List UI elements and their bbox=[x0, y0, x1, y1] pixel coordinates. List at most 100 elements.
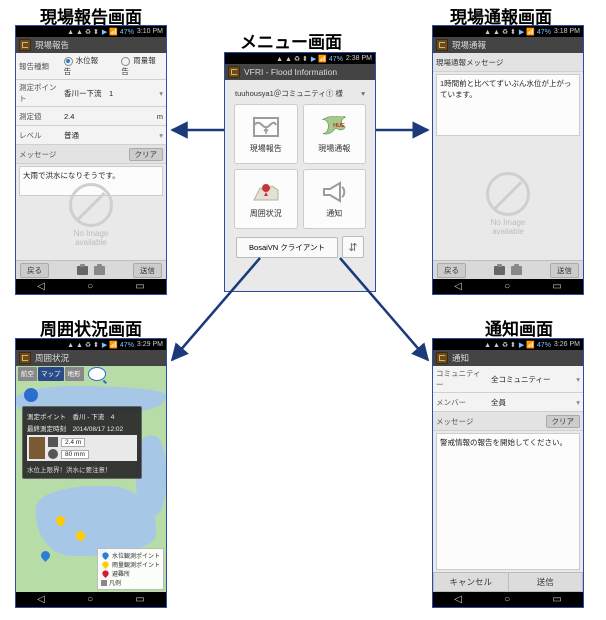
popup-val2: 80 mm bbox=[61, 450, 89, 459]
row-measure[interactable]: 測定値 2.4 m bbox=[16, 107, 166, 126]
chevron-down-icon: ▾ bbox=[159, 131, 163, 140]
row-header: 現場通報メッセージ bbox=[433, 53, 583, 72]
status-signal-icon: ▶ 📶 47% bbox=[519, 341, 551, 349]
chevron-down-icon[interactable]: ▾ bbox=[361, 89, 365, 98]
msg-header: 現場通報メッセージ bbox=[436, 57, 503, 68]
camera-icon[interactable] bbox=[94, 266, 105, 275]
android-navbar: ◁ ○ ▭ bbox=[433, 279, 583, 294]
noimage-icon bbox=[69, 183, 113, 227]
nav-back-icon[interactable]: ◁ bbox=[37, 282, 45, 292]
search-icon[interactable] bbox=[88, 367, 106, 381]
cancel-button[interactable]: キャンセル bbox=[433, 572, 509, 592]
phone-menu: ▲ ▲ ♻ ⬍ ▶ 📶 47% 2:38 PM VFRI - Flood Inf… bbox=[224, 52, 376, 292]
chevron-down-icon: ▾ bbox=[159, 89, 163, 98]
map-body[interactable]: 航空 マップ 地形 測定ポイント 香川 - 下流 4 最終測定時刻 2014/0… bbox=[16, 366, 166, 592]
menu-grid: 現場報告 HUE 現場通報 周囲状況 通知 bbox=[231, 101, 369, 232]
back-button[interactable]: 戻る bbox=[437, 263, 466, 278]
measure-value: 2.4 bbox=[64, 112, 154, 121]
titlebar: 通知 bbox=[433, 350, 583, 366]
row-community[interactable]: コミュニティー 全コミュニティー ▾ bbox=[433, 366, 583, 393]
radio-rain[interactable]: 雨量報告 bbox=[121, 55, 163, 77]
rain-icon bbox=[48, 449, 58, 459]
status-signal-icon: ▶ 📶 47% bbox=[519, 28, 551, 36]
popup-val1: 2.4 m bbox=[61, 438, 85, 447]
nav-home-icon[interactable]: ○ bbox=[504, 282, 510, 292]
nav-back-icon[interactable]: ◁ bbox=[454, 282, 462, 292]
android-navbar: ◁ ○ ▭ bbox=[433, 592, 583, 607]
tile-label: 現場報告 bbox=[250, 143, 282, 154]
nav-back-icon[interactable]: ◁ bbox=[454, 595, 462, 605]
screen-title: 現場通報 bbox=[452, 39, 486, 51]
label-notice: 通知画面 bbox=[485, 315, 553, 340]
notice-icon bbox=[320, 180, 348, 204]
level-label: レベル bbox=[19, 130, 61, 141]
row-type: 報告種類 水位報告 雨量報告 bbox=[16, 53, 166, 80]
app-icon bbox=[436, 352, 448, 364]
gallery-icon[interactable] bbox=[494, 266, 505, 275]
back-button[interactable]: 戻る bbox=[20, 263, 49, 278]
tab-map[interactable]: マップ bbox=[38, 367, 64, 381]
android-navbar: ◁ ○ ▭ bbox=[16, 279, 166, 294]
status-signal-icon: ▶ 📶 47% bbox=[102, 28, 134, 36]
nav-recent-icon[interactable]: ▭ bbox=[135, 282, 144, 292]
send-button[interactable]: 送信 bbox=[509, 572, 584, 592]
tile-surround[interactable]: 周囲状況 bbox=[234, 169, 298, 229]
tab-terrain[interactable]: 地形 bbox=[65, 367, 84, 381]
row-message-header: メッセージ クリア bbox=[433, 412, 583, 431]
popup-point: 測定ポイント 香川 - 下流 4 bbox=[27, 411, 137, 421]
tile-alert[interactable]: HUE 現場通報 bbox=[303, 104, 367, 164]
row-level[interactable]: レベル 普通 ▾ bbox=[16, 126, 166, 145]
message-label: メッセージ bbox=[19, 149, 126, 160]
nav-home-icon[interactable]: ○ bbox=[87, 595, 93, 605]
tab-aerial[interactable]: 航空 bbox=[18, 367, 37, 381]
map-legend: 水位観測ポイント 雨量観測ポイント 避難所 凡例 bbox=[97, 548, 164, 590]
message-input[interactable]: 警戒情報の報告を開始してください。 bbox=[436, 433, 580, 570]
status-icons: ▲ ▲ ♻ ⬍ bbox=[67, 341, 99, 349]
row-point[interactable]: 測定ポイント 香川ー下流 1 ▾ bbox=[16, 80, 166, 107]
report-body: 報告種類 水位報告 雨量報告 測定ポイント 香川ー下流 1 ▾ 測定値 2.4 … bbox=[16, 53, 166, 279]
camera-icon[interactable] bbox=[511, 266, 522, 275]
surround-icon bbox=[252, 180, 280, 204]
gallery-icon[interactable] bbox=[77, 266, 88, 275]
footer-button[interactable]: BosaiVN クライアント bbox=[236, 237, 338, 258]
member-value: 全員 bbox=[491, 397, 573, 408]
send-button[interactable]: 送信 bbox=[133, 263, 162, 278]
my-location-icon bbox=[24, 388, 38, 402]
legend-item: 雨量観測ポイント bbox=[112, 560, 160, 569]
notice-body: コミュニティー 全コミュニティー ▾ メンバー 全員 ▾ メッセージ クリア 警… bbox=[433, 366, 583, 592]
bottom-bar: 戻る 送信 bbox=[433, 260, 583, 279]
nav-recent-icon[interactable]: ▭ bbox=[135, 595, 144, 605]
water-icon bbox=[48, 437, 58, 447]
radio-water[interactable]: 水位報告 bbox=[64, 55, 106, 77]
status-time: 3:26 PM bbox=[554, 341, 580, 348]
titlebar: 現場通報 bbox=[433, 37, 583, 53]
nav-recent-icon[interactable]: ▭ bbox=[552, 595, 561, 605]
nav-home-icon[interactable]: ○ bbox=[504, 595, 510, 605]
popup-note: 水位上限界！洪水に要注意！ bbox=[27, 464, 137, 474]
message-label: メッセージ bbox=[436, 416, 543, 427]
send-button[interactable]: 送信 bbox=[550, 263, 579, 278]
tile-label: 通知 bbox=[326, 208, 342, 219]
no-image-placeholder: No Image available bbox=[433, 148, 583, 259]
clear-button[interactable]: クリア bbox=[546, 415, 581, 428]
screen-title: 周囲状況 bbox=[35, 352, 69, 364]
screen-title: 通知 bbox=[452, 352, 469, 364]
chevron-down-icon: ▾ bbox=[576, 375, 580, 384]
level-value: 普通 bbox=[64, 130, 156, 141]
nav-recent-icon[interactable]: ▭ bbox=[552, 282, 561, 292]
status-signal-icon: ▶ 📶 47% bbox=[311, 55, 343, 63]
nav-back-icon[interactable]: ◁ bbox=[37, 595, 45, 605]
type-label: 報告種類 bbox=[19, 61, 61, 72]
message-input[interactable]: 1時間前と比べてずいぶん水位が上がっています。 bbox=[436, 74, 580, 136]
clear-button[interactable]: クリア bbox=[129, 148, 164, 161]
tile-notice[interactable]: 通知 bbox=[303, 169, 367, 229]
phone-notice: ▲ ▲ ♻ ⬍ ▶ 📶 47% 3:26 PM 通知 コミュニティー 全コミュニ… bbox=[432, 338, 584, 608]
tile-report[interactable]: 現場報告 bbox=[234, 104, 298, 164]
row-member[interactable]: メンバー 全員 ▾ bbox=[433, 393, 583, 412]
bottom-bar: キャンセル 送信 bbox=[433, 572, 583, 592]
settings-icon[interactable]: ⇵ bbox=[342, 236, 364, 258]
popup-date: 最終測定時刻 2014/08/17 12:02 bbox=[27, 423, 137, 433]
menu-body: tuuhousya1＠コミュニティ① 様 ▾ 現場報告 HUE 現場通報 周囲 bbox=[225, 80, 375, 291]
nav-home-icon[interactable]: ○ bbox=[87, 282, 93, 292]
status-time: 3:18 PM bbox=[554, 28, 580, 35]
